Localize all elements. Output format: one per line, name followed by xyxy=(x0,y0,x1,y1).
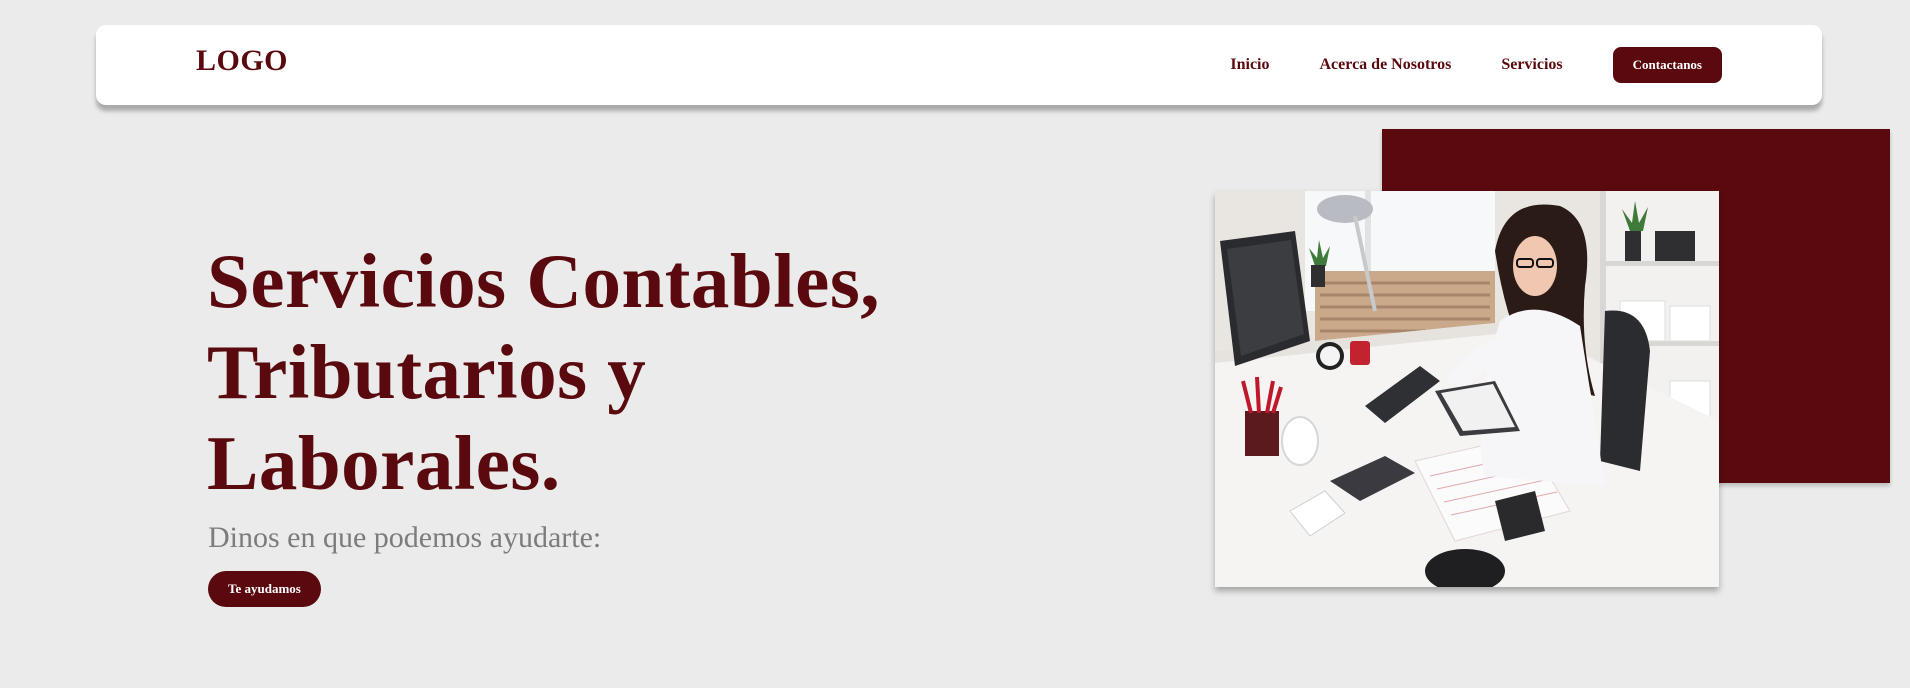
hero-title-line-3: Laborales. xyxy=(207,420,561,506)
hero-title-line-2: Tributarios y xyxy=(207,329,647,415)
hero-title-line-1: Servicios Contables, xyxy=(207,238,881,324)
hero-title: Servicios Contables, Tributarios y Labor… xyxy=(207,236,1027,509)
top-navbar: LOGO Inicio Acerca de Nosotros Servicios… xyxy=(96,25,1822,105)
main-nav: Inicio Acerca de Nosotros Servicios Cont… xyxy=(1230,47,1722,83)
hero-subtitle: Dinos en que podemos ayudarte: xyxy=(208,521,602,554)
nav-link-servicios[interactable]: Servicios xyxy=(1501,47,1562,83)
help-button[interactable]: Te ayudamos xyxy=(208,571,321,607)
office-scene-illustration xyxy=(1215,191,1719,587)
contact-button[interactable]: Contactanos xyxy=(1612,47,1722,83)
nav-link-inicio[interactable]: Inicio xyxy=(1230,47,1269,83)
logo[interactable]: LOGO xyxy=(196,46,288,76)
hero-photo xyxy=(1215,191,1719,587)
nav-link-acerca[interactable]: Acerca de Nosotros xyxy=(1320,47,1452,83)
